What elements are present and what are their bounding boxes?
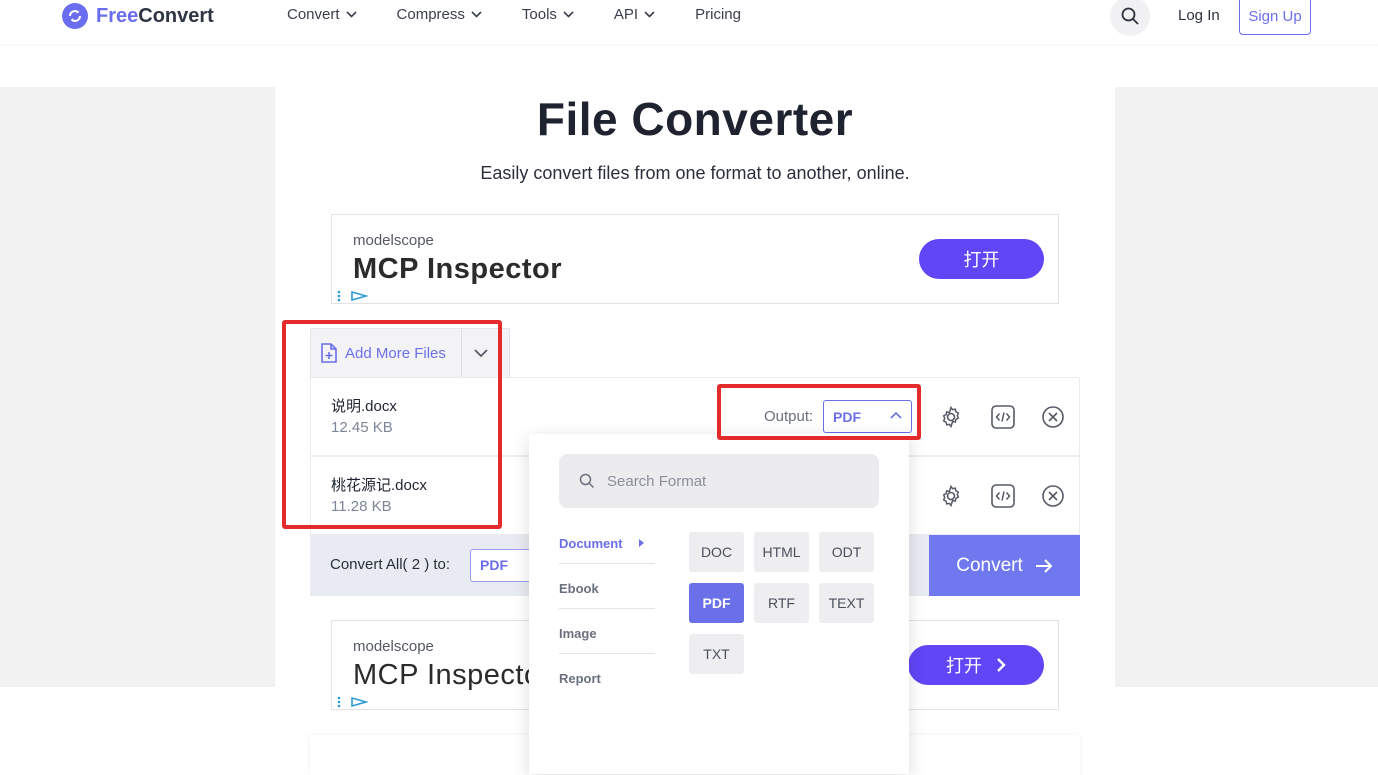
caret-right-icon <box>639 539 644 547</box>
code-icon[interactable] <box>990 483 1016 509</box>
signup-button[interactable]: Sign Up <box>1239 0 1311 35</box>
highlight-file-list <box>282 320 502 529</box>
format-rtf[interactable]: RTF <box>754 583 809 623</box>
nav-tools[interactable]: Tools <box>522 6 574 23</box>
nav-compress-label: Compress <box>396 6 465 23</box>
nav-convert[interactable]: Convert <box>287 6 357 23</box>
brand-name: FreeConvert <box>96 4 214 27</box>
nav-tools-label: Tools <box>521 6 557 23</box>
code-icon[interactable] <box>990 404 1016 430</box>
category-label: Image <box>559 626 597 641</box>
ad-open-button[interactable]: 打开 <box>919 239 1044 279</box>
ad-banner-top[interactable]: modelscope MCP Inspector 打开 <box>331 214 1059 304</box>
page-title: File Converter <box>536 93 854 145</box>
nav-api-label: API <box>613 6 639 23</box>
nav-api[interactable]: API <box>614 6 655 23</box>
chevron-down-icon <box>644 11 655 18</box>
ad-title: MCP Inspector <box>353 253 563 285</box>
chevron-down-icon <box>563 11 574 18</box>
format-dropdown: Search Format Document Ebook Image Repor… <box>529 434 909 774</box>
format-text[interactable]: TEXT <box>819 583 874 623</box>
nav-convert-label: Convert <box>287 6 340 23</box>
logo-icon <box>62 3 88 29</box>
search-icon <box>579 473 595 489</box>
ad-brand: modelscope <box>353 638 434 655</box>
search-icon <box>1121 7 1139 25</box>
ad-marks <box>336 290 368 302</box>
chevron-right-icon <box>997 658 1006 672</box>
ad-info-icon[interactable] <box>336 696 342 708</box>
ad-open-button[interactable]: 打开 <box>908 645 1044 685</box>
gear-icon[interactable] <box>938 483 964 509</box>
ad-info-icon[interactable] <box>336 290 342 302</box>
format-search-input[interactable]: Search Format <box>559 454 879 508</box>
category-report[interactable]: Report <box>559 671 655 698</box>
page-subtitle: Easily convert files from one format to … <box>480 163 910 183</box>
format-pdf[interactable]: PDF <box>689 583 744 623</box>
format-odt[interactable]: ODT <box>819 532 874 572</box>
highlight-output-select <box>717 384 921 440</box>
ad-brand: modelscope <box>353 232 434 249</box>
category-label: Document <box>559 536 623 551</box>
category-label: Report <box>559 671 601 686</box>
ad-open-label: 打开 <box>963 250 1000 270</box>
close-circle-icon[interactable] <box>1040 404 1066 430</box>
gear-icon[interactable] <box>938 404 964 430</box>
ad-title: MCP Inspecto <box>353 659 541 691</box>
category-label: Ebook <box>559 581 599 596</box>
format-html[interactable]: HTML <box>754 532 809 572</box>
format-search-placeholder: Search Format <box>607 472 707 490</box>
category-document[interactable]: Document <box>559 536 655 564</box>
ad-marks <box>336 696 368 708</box>
category-image[interactable]: Image <box>559 626 655 654</box>
ad-choices-icon[interactable] <box>350 696 368 708</box>
nav-pricing-label: Pricing <box>695 6 741 23</box>
ad-open-label: 打开 <box>946 656 982 676</box>
nav-compress[interactable]: Compress <box>397 6 482 23</box>
ad-choices-icon[interactable] <box>350 290 368 302</box>
top-navbar: FreeConvert Convert Compress Tools API P… <box>0 0 1378 44</box>
convert-button[interactable]: Convert <box>929 535 1080 596</box>
format-doc[interactable]: DOC <box>689 532 744 572</box>
arrow-right-icon <box>1035 558 1053 573</box>
search-button[interactable] <box>1110 0 1150 36</box>
chevron-down-icon <box>471 11 482 18</box>
chevron-down-icon <box>345 11 357 18</box>
nav-pricing[interactable]: Pricing <box>695 6 741 23</box>
category-ebook[interactable]: Ebook <box>559 581 655 609</box>
brand-logo[interactable]: FreeConvert <box>62 3 214 29</box>
close-circle-icon[interactable] <box>1040 483 1066 509</box>
convert-all-label: Convert All( 2 ) to: <box>330 556 451 573</box>
convert-button-label: Convert <box>956 554 1023 576</box>
format-txt[interactable]: TXT <box>689 634 744 674</box>
main-nav: Convert Compress Tools API Pricing <box>287 6 781 23</box>
login-link[interactable]: Log In <box>1178 7 1220 24</box>
